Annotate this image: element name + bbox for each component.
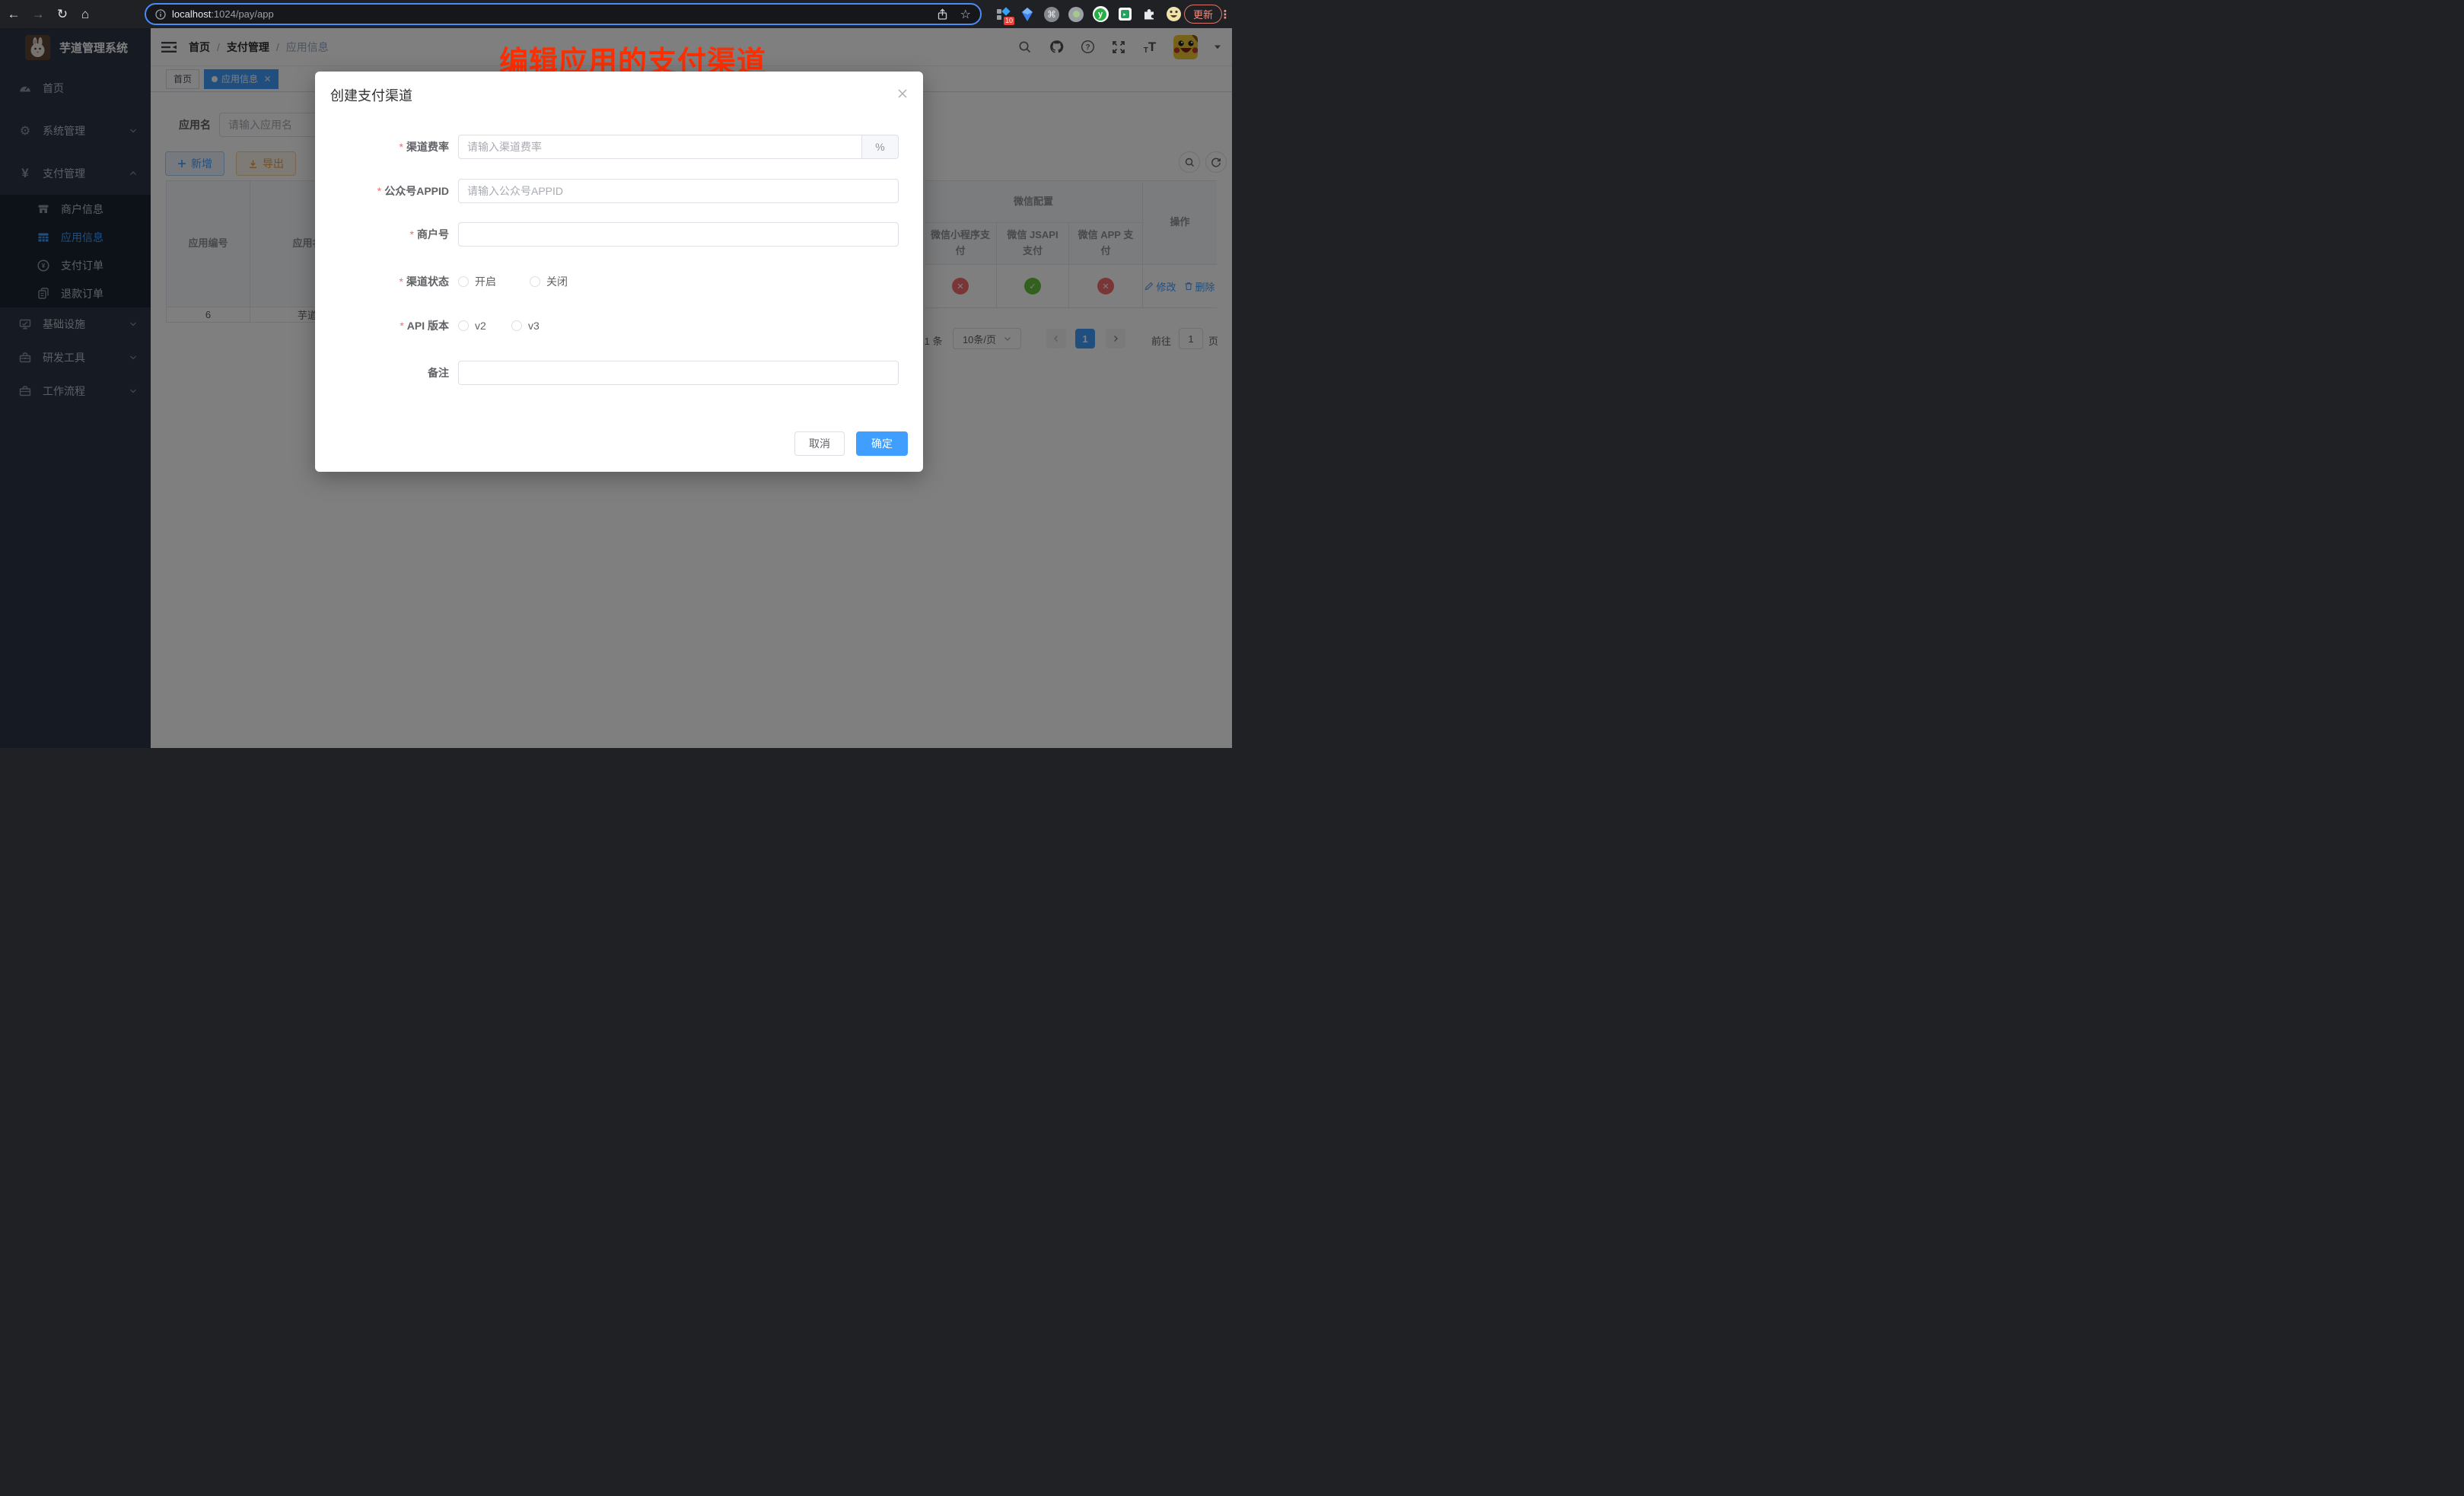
- api-v2-radio[interactable]: v2: [458, 320, 511, 332]
- remark-label-text: 备注: [428, 367, 449, 379]
- api-v3-radio[interactable]: v3: [511, 320, 583, 332]
- radio-circle-icon: [530, 276, 540, 287]
- browser-chrome: ← → ↻ ⌂ localhost:1024/pay/app ☆ 10: [0, 0, 1232, 28]
- required-asterisk: *: [400, 320, 403, 332]
- appid-label-text: 公众号APPID: [384, 185, 449, 197]
- share-icon[interactable]: [937, 8, 948, 21]
- required-asterisk: *: [377, 185, 381, 197]
- address-bar[interactable]: localhost:1024/pay/app ☆: [145, 3, 982, 25]
- api-v2-label: v2: [475, 320, 486, 332]
- form-row-status: *渠道状态 开启 关闭: [315, 269, 923, 294]
- extension-balloon-icon[interactable]: [1018, 5, 1036, 24]
- extension-puzzle-icon[interactable]: [1140, 5, 1158, 24]
- api-label-text: API 版本: [407, 320, 449, 332]
- dialog-close-icon[interactable]: [896, 87, 909, 100]
- radio-circle-icon: [458, 276, 469, 287]
- url-text: localhost:1024/pay/app: [172, 8, 274, 20]
- form-row-remark: 备注: [315, 361, 923, 385]
- appid-input[interactable]: [458, 179, 899, 203]
- browser-forward-button[interactable]: →: [27, 0, 49, 28]
- dialog-title: 创建支付渠道: [330, 85, 412, 105]
- fee-label-text: 渠道费率: [406, 141, 449, 153]
- extension-y-icon[interactable]: y: [1091, 5, 1109, 24]
- fee-suffix: %: [862, 135, 899, 159]
- status-off-radio[interactable]: 关闭: [530, 274, 601, 289]
- api-v3-label: v3: [528, 320, 540, 332]
- status-label: *渠道状态: [315, 274, 458, 289]
- form-row-appid: *公众号APPID: [315, 179, 923, 203]
- fee-input[interactable]: [458, 135, 862, 159]
- required-asterisk: *: [410, 228, 414, 240]
- create-pay-channel-dialog: 创建支付渠道 *渠道费率 % *公众号APPID *商户号 *渠道状态: [315, 72, 923, 472]
- status-on-radio[interactable]: 开启: [458, 274, 530, 289]
- url-path: :1024/pay/app: [211, 8, 273, 20]
- confirm-button-label: 确定: [871, 436, 893, 451]
- status-label-text: 渠道状态: [406, 275, 449, 288]
- required-asterisk: *: [400, 141, 403, 153]
- extension-tabs-icon[interactable]: 10: [994, 5, 1012, 24]
- radio-circle-icon: [458, 320, 469, 331]
- cancel-button-label: 取消: [809, 436, 830, 451]
- bookmark-star-icon[interactable]: ☆: [960, 7, 971, 22]
- merchant-label: *商户号: [315, 227, 458, 242]
- browser-update-button[interactable]: 更新: [1184, 5, 1222, 24]
- extension-chat-icon[interactable]: ▸: [1116, 5, 1134, 24]
- fee-label: *渠道费率: [315, 139, 458, 154]
- remark-input[interactable]: [458, 361, 899, 385]
- remark-label: 备注: [315, 365, 458, 380]
- extension-badge: 10: [1004, 17, 1014, 25]
- extension-command-icon[interactable]: ⌘: [1043, 5, 1061, 24]
- site-info-icon[interactable]: [155, 9, 166, 20]
- status-on-label: 开启: [475, 274, 496, 289]
- form-row-fee: *渠道费率 %: [315, 135, 923, 159]
- required-asterisk: *: [400, 275, 403, 288]
- radio-circle-icon: [511, 320, 522, 331]
- browser-menu-icon[interactable]: ⋮: [1218, 0, 1232, 28]
- browser-home-button[interactable]: ⌂: [75, 0, 96, 28]
- cancel-button[interactable]: 取消: [794, 431, 845, 456]
- url-host: localhost: [172, 8, 211, 20]
- browser-update-label: 更新: [1193, 7, 1213, 21]
- status-off-label: 关闭: [546, 274, 568, 289]
- merchant-input[interactable]: [458, 222, 899, 247]
- confirm-button[interactable]: 确定: [856, 431, 908, 456]
- screen: ← → ↻ ⌂ localhost:1024/pay/app ☆ 10: [0, 0, 1232, 748]
- form-row-merchant: *商户号: [315, 222, 923, 247]
- browser-back-button[interactable]: ←: [3, 0, 24, 28]
- api-label: * API 版本: [315, 318, 458, 333]
- extension-record-icon[interactable]: [1067, 5, 1085, 24]
- appid-label: *公众号APPID: [315, 183, 458, 199]
- browser-extensions: 10 ⌘ y ▸: [994, 0, 1183, 28]
- extension-emoji-icon[interactable]: [1164, 5, 1183, 24]
- merchant-label-text: 商户号: [417, 228, 449, 240]
- browser-reload-button[interactable]: ↻: [52, 0, 73, 28]
- form-row-api-version: * API 版本 v2 v3: [315, 314, 923, 338]
